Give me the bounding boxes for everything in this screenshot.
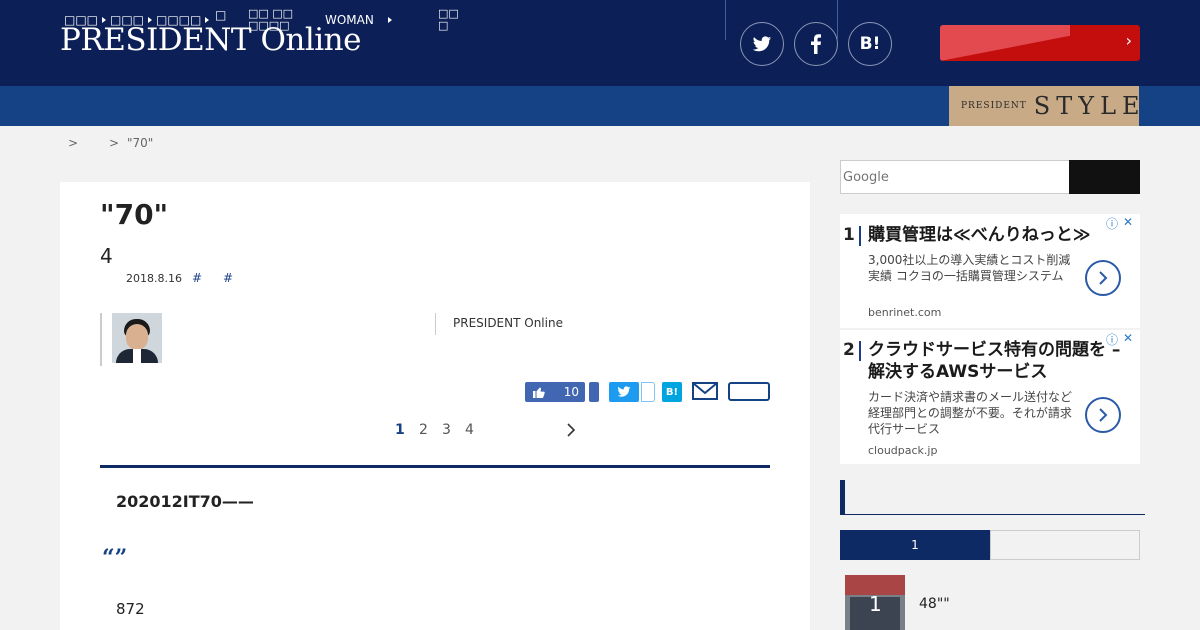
ad-description: カード決済や請求書のメール送付など経理部門との調整が不要。それが請求代行サービス — [868, 390, 1073, 436]
ad-headline[interactable]: 購買管理は≪べんりねっと≫ — [868, 224, 1123, 246]
tweet-count — [641, 382, 655, 402]
section-divider — [100, 465, 770, 468]
ad-number: 1 — [843, 225, 855, 245]
hatena-bookmark-button[interactable]: B! — [662, 382, 682, 402]
nav-item-label: □□ □ — [438, 7, 459, 32]
nav-item-label: □□ □□ □□□□ — [248, 7, 294, 32]
thumbs-up-icon — [533, 387, 545, 398]
ad-headline[interactable]: クラウドサービス特有の問題を – 解決するAWSサービス — [868, 339, 1123, 383]
search-input[interactable] — [840, 160, 1070, 194]
ad-number: 2 — [843, 340, 855, 360]
mail-icon[interactable] — [692, 382, 718, 400]
article-card — [60, 182, 810, 630]
search-button[interactable] — [1069, 160, 1140, 194]
facebook-icon[interactable] — [794, 22, 838, 66]
nav-item-label: □ — [215, 8, 227, 22]
article-tag[interactable]: # — [223, 271, 233, 285]
nav-divider — [725, 0, 726, 40]
article-title: "70" — [100, 198, 169, 231]
pager-page-4[interactable]: 4 — [465, 422, 474, 438]
triangle-right-icon — [387, 17, 392, 23]
nav-item-label: □□□ — [64, 13, 99, 27]
breadcrumb-separator: > — [68, 136, 79, 150]
triangle-right-icon — [102, 17, 107, 23]
article-body: 872 — [116, 600, 145, 618]
triangle-right-icon — [205, 17, 210, 23]
ranking-tab-active[interactable]: 1 — [840, 530, 990, 560]
avatar-face — [126, 324, 148, 350]
hatena-label: B! — [859, 34, 881, 54]
ad-accent-line — [859, 226, 861, 246]
nav-item-4[interactable]: □ — [215, 0, 226, 40]
president-style-banner[interactable]: PRESIDENT STYLE — [949, 86, 1140, 126]
nav-item-label: □□□ — [110, 13, 145, 27]
hatena-bookmark-icon[interactable]: B! — [848, 22, 892, 66]
ad-unit-1[interactable]: ⓘ ✕ 1 購買管理は≪べんりねっと≫ 3,000社以上の導入実績とコスト削減実… — [840, 214, 1140, 328]
ranking-header-bar — [840, 480, 845, 515]
twitter-icon[interactable] — [740, 22, 784, 66]
nav-item-label: □□□□ — [156, 13, 202, 27]
nav-item-7[interactable]: □□ □ — [438, 0, 459, 40]
ranking-thumbnail[interactable]: 1 — [845, 575, 905, 630]
quote-marks: “” — [102, 545, 128, 571]
tweet-button[interactable] — [609, 382, 639, 402]
facebook-share-button[interactable] — [589, 382, 599, 402]
breadcrumb-current: "70" — [127, 136, 154, 150]
pager-page-3[interactable]: 3 — [442, 422, 451, 438]
publisher-name: PRESIDENT Online — [453, 316, 563, 330]
ad-arrow-icon[interactable] — [1085, 260, 1121, 296]
article-lead: 202012IT70—— — [116, 492, 254, 511]
nav-item-woman[interactable]: WOMAN — [325, 0, 392, 40]
nav-item-2[interactable]: □□□ — [110, 0, 153, 40]
nav-item-3[interactable]: □□□□ — [156, 0, 210, 40]
ad-accent-line — [859, 341, 861, 361]
close-icon[interactable]: ✕ — [1123, 215, 1133, 229]
avatar-shirt — [133, 349, 141, 363]
ranking-number: 1 — [869, 592, 882, 616]
article-tag[interactable]: # — [192, 271, 202, 285]
close-icon[interactable]: ✕ — [1123, 331, 1133, 345]
ranking-tab[interactable] — [990, 530, 1140, 560]
nav-item-1[interactable]: □□□ — [64, 0, 107, 40]
breadcrumb-separator: > — [109, 136, 120, 150]
nav-item-label: WOMAN — [325, 13, 374, 27]
pager-page-1[interactable]: 1 — [395, 422, 405, 438]
ad-arrow-icon[interactable] — [1085, 397, 1121, 433]
page-total: 4 — [100, 244, 113, 268]
twitter-icon — [617, 386, 631, 397]
facebook-like-button[interactable]: 10 — [525, 382, 585, 402]
ad-unit-2[interactable]: ⓘ ✕ 2 クラウドサービス特有の問題を – 解決するAWSサービス カード決済… — [840, 330, 1140, 464]
ranking-header — [840, 480, 1145, 515]
author-avatar[interactable] — [112, 313, 162, 363]
nav-item-5[interactable]: □□ □□ □□□□ — [248, 0, 300, 40]
article-date: 2018.8.16 — [126, 272, 182, 285]
chevron-right-icon[interactable] — [565, 420, 577, 444]
author-divider — [100, 313, 102, 366]
style-banner-small: PRESIDENT — [961, 101, 1027, 111]
style-banner-large: STYLE — [1033, 92, 1146, 120]
chevron-right-icon: › — [1125, 31, 1132, 50]
ad-description: 3,000社以上の導入実績とコスト削減実績 コクヨの一括購買管理システム — [868, 253, 1071, 283]
ranking-item-title[interactable]: 48"" — [919, 596, 950, 612]
share-button[interactable] — [728, 382, 770, 401]
promo-graphic — [940, 25, 1070, 61]
like-count: 10 — [563, 385, 579, 399]
ad-domain: cloudpack.jp — [868, 444, 938, 457]
nav-divider — [837, 0, 838, 40]
triangle-right-icon — [148, 17, 153, 23]
promo-button[interactable]: › — [940, 25, 1140, 61]
pager-page-2[interactable]: 2 — [419, 422, 428, 438]
ad-domain: benrinet.com — [868, 306, 942, 319]
publisher-divider — [435, 313, 436, 335]
